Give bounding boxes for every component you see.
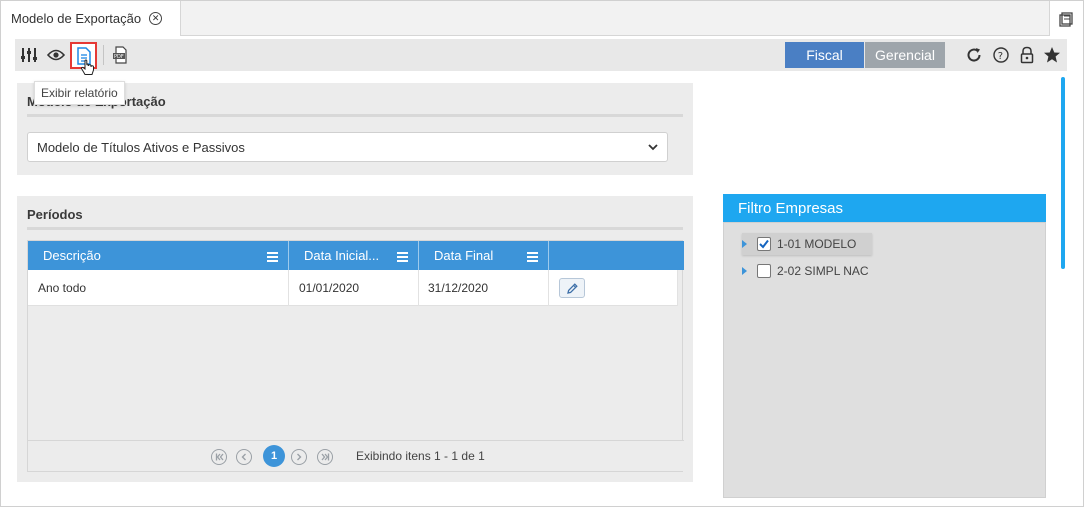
view-segment: Fiscal Gerencial <box>785 42 945 68</box>
tooltip: Exibir relatório <box>34 81 125 105</box>
scrollbar[interactable] <box>1061 77 1065 269</box>
filter-tree: 1-01 MODELO 2-02 SIMPL NAC <box>723 222 1046 498</box>
cell-descricao: Ano todo <box>28 270 289 306</box>
grid-header: Descrição Data Inicial... Data Final <box>28 241 684 270</box>
pdf-export-icon[interactable]: PDF <box>109 43 133 67</box>
gerencial-button[interactable]: Gerencial <box>865 42 945 68</box>
edit-button[interactable] <box>559 278 585 298</box>
hand-cursor-icon <box>79 59 97 77</box>
tree-item-02-simpl-nac[interactable]: 2-02 SIMPL NAC <box>742 260 869 282</box>
table-row[interactable]: Ano todo 01/01/2020 31/12/2020 <box>28 270 678 306</box>
prev-page-icon[interactable] <box>236 449 252 465</box>
pencil-icon <box>566 282 578 294</box>
checkbox-02-simpl-nac[interactable] <box>757 264 771 278</box>
expand-caret-icon[interactable] <box>742 267 747 275</box>
panel-divider <box>27 227 683 230</box>
last-page-icon[interactable] <box>317 449 333 465</box>
tree-item-label: 1-01 MODELO <box>777 237 857 251</box>
column-data-final[interactable]: Data Final <box>419 241 549 270</box>
tree-item-label: 2-02 SIMPL NAC <box>777 264 869 278</box>
panel-divider <box>27 114 683 117</box>
periods-grid: Descrição Data Inicial... Data Final Ano… <box>27 240 684 472</box>
sliders-icon[interactable] <box>17 43 41 67</box>
fiscal-button[interactable]: Fiscal <box>785 42 864 68</box>
tab-modelo-exportacao[interactable]: Modelo de Exportação ✕ <box>1 1 181 36</box>
next-page-icon[interactable] <box>291 449 307 465</box>
column-label: Data Inicial... <box>304 248 380 263</box>
chevron-down-icon <box>647 141 659 156</box>
column-label: Data Final <box>434 248 494 263</box>
svg-text:?: ? <box>998 51 1003 62</box>
column-menu-icon[interactable] <box>397 250 408 265</box>
close-icon[interactable]: ✕ <box>149 12 163 25</box>
svg-text:PDF: PDF <box>114 54 124 60</box>
cell-actions <box>549 270 678 306</box>
tree-item-01-modelo[interactable]: 1-01 MODELO <box>742 233 873 255</box>
toolbar: PDF Fiscal Gerencial ? <box>15 39 1067 75</box>
cell-data-inicial: 01/01/2020 <box>289 270 419 306</box>
column-menu-icon[interactable] <box>267 250 278 265</box>
checkbox-01-modelo[interactable] <box>757 237 771 251</box>
periods-panel-title: Períodos <box>27 207 83 222</box>
current-page[interactable]: 1 <box>263 445 285 467</box>
column-menu-icon[interactable] <box>527 250 538 265</box>
model-select[interactable]: Modelo de Títulos Ativos e Passivos <box>27 132 668 162</box>
grid-pager: 1 Exibindo itens 1 - 1 de 1 <box>28 440 684 471</box>
check-icon <box>759 239 769 249</box>
tab-bar: Modelo de Exportação ✕ <box>1 1 1083 36</box>
eye-icon[interactable] <box>44 43 68 67</box>
column-data-inicial[interactable]: Data Inicial... <box>289 241 419 270</box>
refresh-icon[interactable] <box>962 43 986 67</box>
filter-panel-title: Filtro Empresas <box>723 194 1046 222</box>
toolbar-separator <box>103 45 104 65</box>
pager-info: Exibindo itens 1 - 1 de 1 <box>356 449 485 463</box>
star-icon[interactable] <box>1040 43 1064 67</box>
first-page-icon[interactable] <box>211 449 227 465</box>
model-select-value: Modelo de Títulos Ativos e Passivos <box>37 139 245 155</box>
column-actions <box>549 241 684 270</box>
help-icon[interactable]: ? <box>989 43 1013 67</box>
column-descricao[interactable]: Descrição <box>28 241 289 270</box>
expand-caret-icon[interactable] <box>742 240 747 248</box>
lock-icon[interactable] <box>1015 43 1039 67</box>
cell-data-final: 31/12/2020 <box>419 270 549 306</box>
column-label: Descrição <box>43 248 101 263</box>
tab-list-icon[interactable] <box>1049 1 1083 36</box>
app-window: Modelo de Exportação ✕ PDF Fiscal Gerenc… <box>0 0 1084 507</box>
periods-panel: Períodos Descrição Data Inicial... Data … <box>17 196 693 482</box>
tab-title: Modelo de Exportação <box>11 11 142 26</box>
